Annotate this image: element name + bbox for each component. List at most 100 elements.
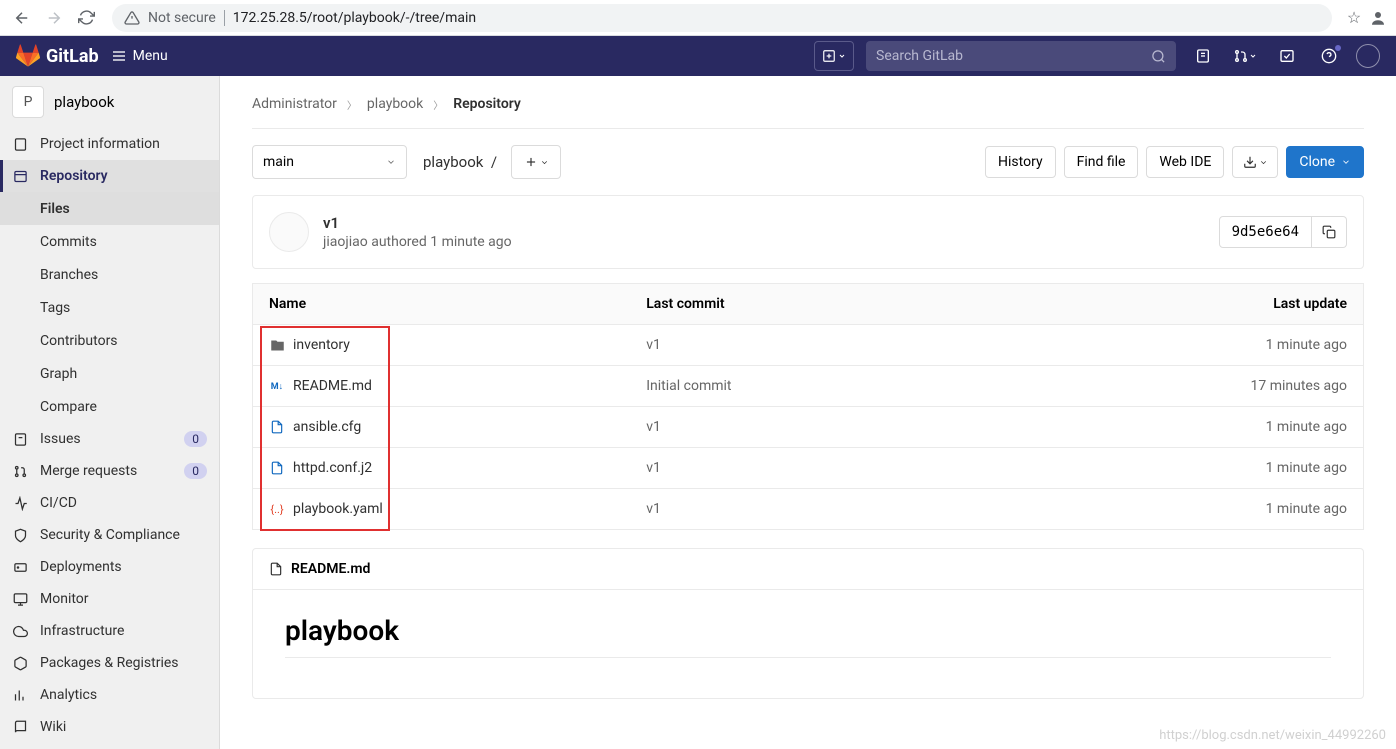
commit-meta: jiaojiao authored 1 minute ago (323, 234, 1205, 250)
chevron-right-icon: 〉 (433, 97, 443, 112)
package-icon (12, 655, 28, 671)
readme-body: playbook (253, 590, 1363, 698)
mr-count: 0 (184, 463, 207, 479)
url-text: 172.25.28.5/root/playbook/-/tree/main (233, 10, 476, 26)
sidebar-item-wiki[interactable]: Wiki (0, 711, 219, 743)
reload-button[interactable] (72, 4, 100, 32)
breadcrumb-current: Repository (453, 96, 521, 112)
table-row[interactable]: {..}playbook.yamlv11 minute ago (253, 489, 1364, 530)
bookmark-icon[interactable]: ☆ (1344, 8, 1364, 28)
last-commit: v1 jiaojiao authored 1 minute ago 9d5e6e… (252, 195, 1364, 269)
table-row[interactable]: ansible.cfgv11 minute ago (253, 407, 1364, 448)
find-file-button[interactable]: Find file (1064, 146, 1139, 178)
sidebar-sub-tags[interactable]: Tags (0, 291, 219, 324)
commit-sha[interactable]: 9d5e6e64 (1219, 216, 1312, 248)
tree-controls: main playbook / History Find file Web ID… (252, 129, 1364, 195)
web-ide-button[interactable]: Web IDE (1146, 146, 1224, 178)
readme-filename: README.md (291, 561, 370, 577)
sidebar-sub-commits[interactable]: Commits (0, 225, 219, 258)
sidebar-sub-compare[interactable]: Compare (0, 390, 219, 423)
table-row[interactable]: M↓README.mdInitial commit17 minutes ago (253, 366, 1364, 407)
warning-icon (124, 10, 140, 26)
breadcrumb-admin[interactable]: Administrator (252, 96, 337, 112)
new-dropdown[interactable] (814, 41, 854, 71)
forward-button[interactable] (40, 4, 68, 32)
sidebar-item-repository[interactable]: Repository (0, 160, 219, 192)
breadcrumb-project[interactable]: playbook (367, 96, 423, 112)
copy-sha-button[interactable] (1312, 216, 1347, 248)
help-icon[interactable] (1314, 41, 1344, 71)
user-avatar[interactable] (1356, 44, 1380, 68)
chevron-right-icon: 〉 (347, 97, 357, 112)
back-button[interactable] (8, 4, 36, 32)
breadcrumb: Administrator 〉 playbook 〉 Repository (252, 88, 1364, 129)
sidebar-item-cicd[interactable]: CI/CD (0, 487, 219, 519)
cicd-icon (12, 495, 28, 511)
sidebar-item-monitor[interactable]: Monitor (0, 583, 219, 615)
sidebar-item-analytics[interactable]: Analytics (0, 679, 219, 711)
sidebar-sub-contributors[interactable]: Contributors (0, 324, 219, 357)
sidebar-sub-branches[interactable]: Branches (0, 258, 219, 291)
brand-text: GitLab (46, 46, 99, 67)
book-icon (12, 719, 28, 735)
search-bar[interactable] (866, 41, 1176, 71)
markdown-icon: M↓ (269, 378, 285, 394)
sidebar-sub-files[interactable]: Files (0, 192, 219, 225)
commit-avatar (269, 212, 309, 252)
sidebar-item-security[interactable]: Security & Compliance (0, 519, 219, 551)
sidebar-item-deployments[interactable]: Deployments (0, 551, 219, 583)
readme-panel: README.md playbook (252, 548, 1364, 699)
security-label: Not secure (148, 10, 216, 26)
url-bar[interactable]: Not secure 172.25.28.5/root/playbook/-/t… (112, 4, 1332, 32)
file-table: Name Last commit Last update inventoryv1… (252, 283, 1364, 530)
clone-button[interactable]: Clone (1286, 146, 1364, 178)
history-button[interactable]: History (985, 146, 1056, 178)
chart-icon (12, 687, 28, 703)
sidebar-project[interactable]: P playbook (0, 76, 219, 128)
rocket-icon (12, 559, 28, 575)
gitlab-logo[interactable]: GitLab (16, 44, 99, 68)
sidebar-item-project-info[interactable]: Project information (0, 128, 219, 160)
project-name: playbook (54, 93, 114, 111)
issues-count: 0 (184, 431, 207, 447)
monitor-icon (12, 591, 28, 607)
gitlab-header: GitLab Menu (0, 36, 1396, 76)
sidebar-item-infra[interactable]: Infrastructure (0, 615, 219, 647)
branch-selector[interactable]: main (252, 145, 407, 179)
watermark: https://blog.csdn.net/weixin_44992260 (1159, 728, 1386, 743)
main-content: Administrator 〉 playbook 〉 Repository ma… (220, 76, 1396, 749)
mr-icon (12, 463, 28, 479)
search-input[interactable] (876, 48, 1151, 64)
table-row[interactable]: httpd.conf.j2v11 minute ago (253, 448, 1364, 489)
cloud-icon (12, 623, 28, 639)
commit-title[interactable]: v1 (323, 214, 1205, 232)
sidebar-item-packages[interactable]: Packages & Registries (0, 647, 219, 679)
file-icon (269, 460, 285, 476)
issues-icon[interactable] (1188, 41, 1218, 71)
yaml-icon: {..} (269, 501, 285, 517)
readme-header: README.md (253, 549, 1363, 590)
sidebar: P playbook Project information Repositor… (0, 76, 220, 749)
sidebar-item-issues[interactable]: Issues0 (0, 423, 219, 455)
todos-icon[interactable] (1272, 41, 1302, 71)
info-icon (12, 136, 28, 152)
col-commit: Last commit (630, 284, 979, 325)
readme-heading: playbook (285, 614, 1331, 658)
table-row[interactable]: inventoryv11 minute ago (253, 325, 1364, 366)
menu-toggle[interactable]: Menu (111, 48, 168, 64)
sidebar-item-mr[interactable]: Merge requests0 (0, 455, 219, 487)
browser-toolbar: Not secure 172.25.28.5/root/playbook/-/t… (0, 0, 1396, 36)
url-separator (224, 10, 225, 26)
issues-icon (12, 431, 28, 447)
sidebar-sub-graph[interactable]: Graph (0, 357, 219, 390)
add-to-tree-button[interactable] (511, 145, 561, 179)
merge-requests-icon[interactable] (1230, 41, 1260, 71)
search-icon (1151, 49, 1166, 64)
profile-icon[interactable] (1368, 8, 1388, 28)
col-update: Last update (979, 284, 1363, 325)
file-icon (269, 419, 285, 435)
download-button[interactable] (1232, 146, 1278, 178)
shield-icon (12, 527, 28, 543)
folder-icon (269, 337, 285, 353)
repo-path[interactable]: playbook / (423, 153, 497, 171)
